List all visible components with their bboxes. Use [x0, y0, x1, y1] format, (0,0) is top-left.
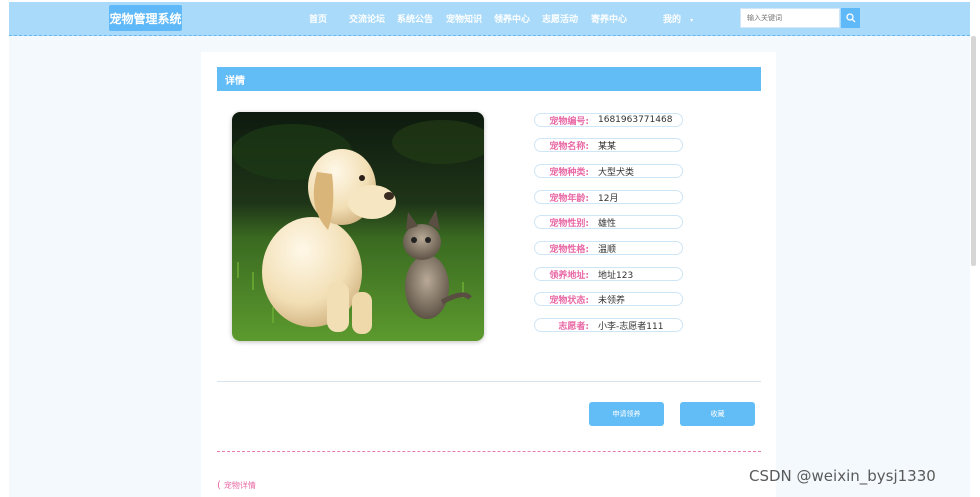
nav-volunteer[interactable]: 志愿活动 [542, 12, 578, 25]
nav-adoption[interactable]: 领养中心 [494, 12, 530, 25]
section-title: 详情 [225, 75, 245, 87]
field-label: 宠物种类: [549, 167, 589, 178]
field-pet-name: 宠物名称: 某某 [534, 138, 683, 152]
search-icon [845, 13, 855, 23]
field-value: 大型犬类 [598, 167, 635, 178]
section-title-bar: 详情 [217, 67, 761, 91]
field-label: 宠物年龄: [549, 193, 589, 204]
search-input[interactable] [740, 8, 840, 28]
nav-forum[interactable]: 交流论坛 [349, 12, 385, 25]
search-button[interactable] [841, 8, 860, 28]
field-pet-temperament: 宠物性格: 温顺 [534, 241, 683, 255]
field-value: 小李-志愿者111 [598, 321, 664, 332]
nav-home[interactable]: 首页 [309, 12, 327, 25]
nav-foster[interactable]: 寄养中心 [591, 12, 627, 25]
field-adopt-address: 领养地址: 地址123 [534, 267, 683, 281]
field-label: 宠物性别: [549, 218, 589, 229]
tab-pet-detail[interactable]: ( 宠物详情 [217, 480, 256, 491]
field-pet-age: 宠物年龄: 12月 [534, 190, 683, 204]
chevron-down-icon: ▾ [690, 17, 694, 24]
pet-photo [232, 112, 484, 341]
nav-knowledge[interactable]: 宠物知识 [446, 12, 482, 25]
tab-marker-icon: ( [217, 480, 221, 491]
top-nav-bar: 宠物管理系统 首页 交流论坛 系统公告 宠物知识 领养中心 志愿活动 寄养中心 … [9, 2, 970, 36]
field-pet-gender: 宠物性别: 雄性 [534, 215, 683, 229]
field-volunteer: 志愿者: 小李-志愿者111 [534, 318, 683, 332]
field-value: 未领养 [598, 295, 626, 306]
field-value: 1681963771468 [598, 115, 673, 125]
apply-adoption-button[interactable]: 申请领养 [589, 402, 664, 426]
field-value: 温顺 [598, 244, 617, 255]
nav-mine-label: 我的 [663, 15, 682, 25]
field-label: 领养地址: [549, 270, 589, 281]
field-label: 宠物状态: [549, 295, 589, 306]
page-scrollbar[interactable] [971, 36, 976, 266]
nav-notice[interactable]: 系统公告 [397, 12, 433, 25]
left-margin [0, 0, 9, 497]
field-value: 12月 [598, 193, 619, 204]
pet-photo-image [232, 112, 484, 341]
field-label: 宠物性格: [549, 244, 589, 255]
field-label: 志愿者: [558, 321, 589, 332]
field-pet-species: 宠物种类: 大型犬类 [534, 164, 683, 178]
field-value: 雄性 [598, 218, 617, 229]
field-pet-id: 宠物编号: 1681963771468 [534, 113, 683, 127]
nav-mine[interactable]: 我的 ▾ [663, 12, 693, 25]
field-label: 宠物编号: [549, 116, 589, 127]
field-value: 地址123 [598, 270, 634, 281]
dashed-separator [217, 451, 761, 452]
content-divider [217, 381, 761, 382]
watermark: CSDN @weixin_bysj1330 [749, 467, 936, 485]
field-value: 某某 [598, 141, 617, 152]
tab-pet-detail-label: 宠物详情 [223, 481, 256, 490]
field-pet-status: 宠物状态: 未领养 [534, 292, 683, 306]
field-label: 宠物名称: [549, 141, 589, 152]
site-brand[interactable]: 宠物管理系统 [109, 5, 182, 31]
favorite-button[interactable]: 收藏 [680, 402, 755, 426]
